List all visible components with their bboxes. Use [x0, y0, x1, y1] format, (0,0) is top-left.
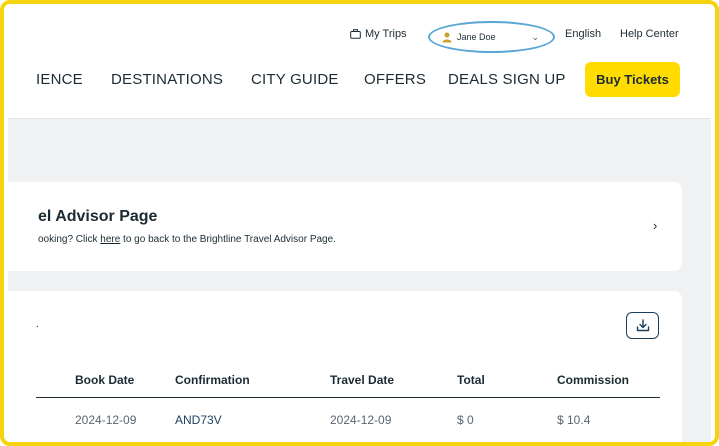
- user-menu[interactable]: Jane Doe ⌄: [428, 21, 555, 53]
- advisor-sub-prefix: ooking? Click: [38, 234, 101, 245]
- advisor-here-link[interactable]: here: [100, 234, 120, 245]
- card-title-fragment: .: [36, 319, 39, 330]
- nav-destinations[interactable]: DESTINATIONS: [111, 71, 223, 88]
- user-icon: [442, 32, 452, 42]
- cell-travel-date: 2024-12-09: [330, 413, 392, 427]
- advisor-sub-suffix: to go back to the Brightline Travel Advi…: [120, 234, 336, 245]
- help-center-label: Help Center: [620, 28, 679, 40]
- language-selector[interactable]: English: [565, 28, 601, 40]
- nav-offers[interactable]: OFFERS: [364, 71, 426, 88]
- header-total: Total: [457, 373, 485, 387]
- table-header-divider: [36, 397, 660, 398]
- buy-tickets-button[interactable]: Buy Tickets: [585, 62, 680, 97]
- header-confirmation: Confirmation: [175, 373, 250, 387]
- nav-city-guide[interactable]: CITY GUIDE: [251, 71, 339, 88]
- header-commission: Commission: [557, 373, 630, 387]
- chevron-down-icon: ⌄: [531, 31, 539, 42]
- download-button[interactable]: [626, 312, 659, 339]
- advisor-subtitle: ooking? Click here to go back to the Bri…: [38, 234, 336, 245]
- main-content: el Advisor Page ooking? Click here to go…: [8, 118, 711, 442]
- cell-book-date: 2024-12-09: [75, 413, 137, 427]
- my-trips-link[interactable]: My Trips: [350, 28, 407, 40]
- cell-total: $ 0: [457, 413, 474, 427]
- travel-advisor-card[interactable]: el Advisor Page ooking? Click here to go…: [8, 182, 682, 271]
- advisor-title: el Advisor Page: [38, 208, 158, 225]
- briefcase-icon: [350, 29, 361, 39]
- utility-bar: My Trips Jane Doe ⌄ English Help Center: [4, 21, 715, 53]
- cell-confirmation[interactable]: AND73V: [175, 413, 222, 427]
- user-name: Jane Doe: [457, 32, 496, 42]
- language-label: English: [565, 28, 602, 40]
- nav-deals-sign-up[interactable]: DEALS SIGN UP: [448, 71, 566, 88]
- main-nav: IENCE DESTINATIONS CITY GUIDE OFFERS DEA…: [4, 62, 715, 98]
- chevron-right-icon: ›: [653, 218, 658, 233]
- header-travel-date: Travel Date: [330, 373, 395, 387]
- my-trips-label: My Trips: [365, 28, 407, 40]
- cell-commission: $ 10.4: [557, 413, 591, 427]
- download-icon: [636, 319, 649, 332]
- help-center-link[interactable]: Help Center: [620, 28, 679, 40]
- bookings-table-card: . Book Date Confirmation Travel Date Tot…: [8, 291, 682, 442]
- page-frame: My Trips Jane Doe ⌄ English Help Center …: [0, 0, 719, 446]
- header-book-date: Book Date: [75, 373, 135, 387]
- nav-experience[interactable]: IENCE: [36, 71, 83, 88]
